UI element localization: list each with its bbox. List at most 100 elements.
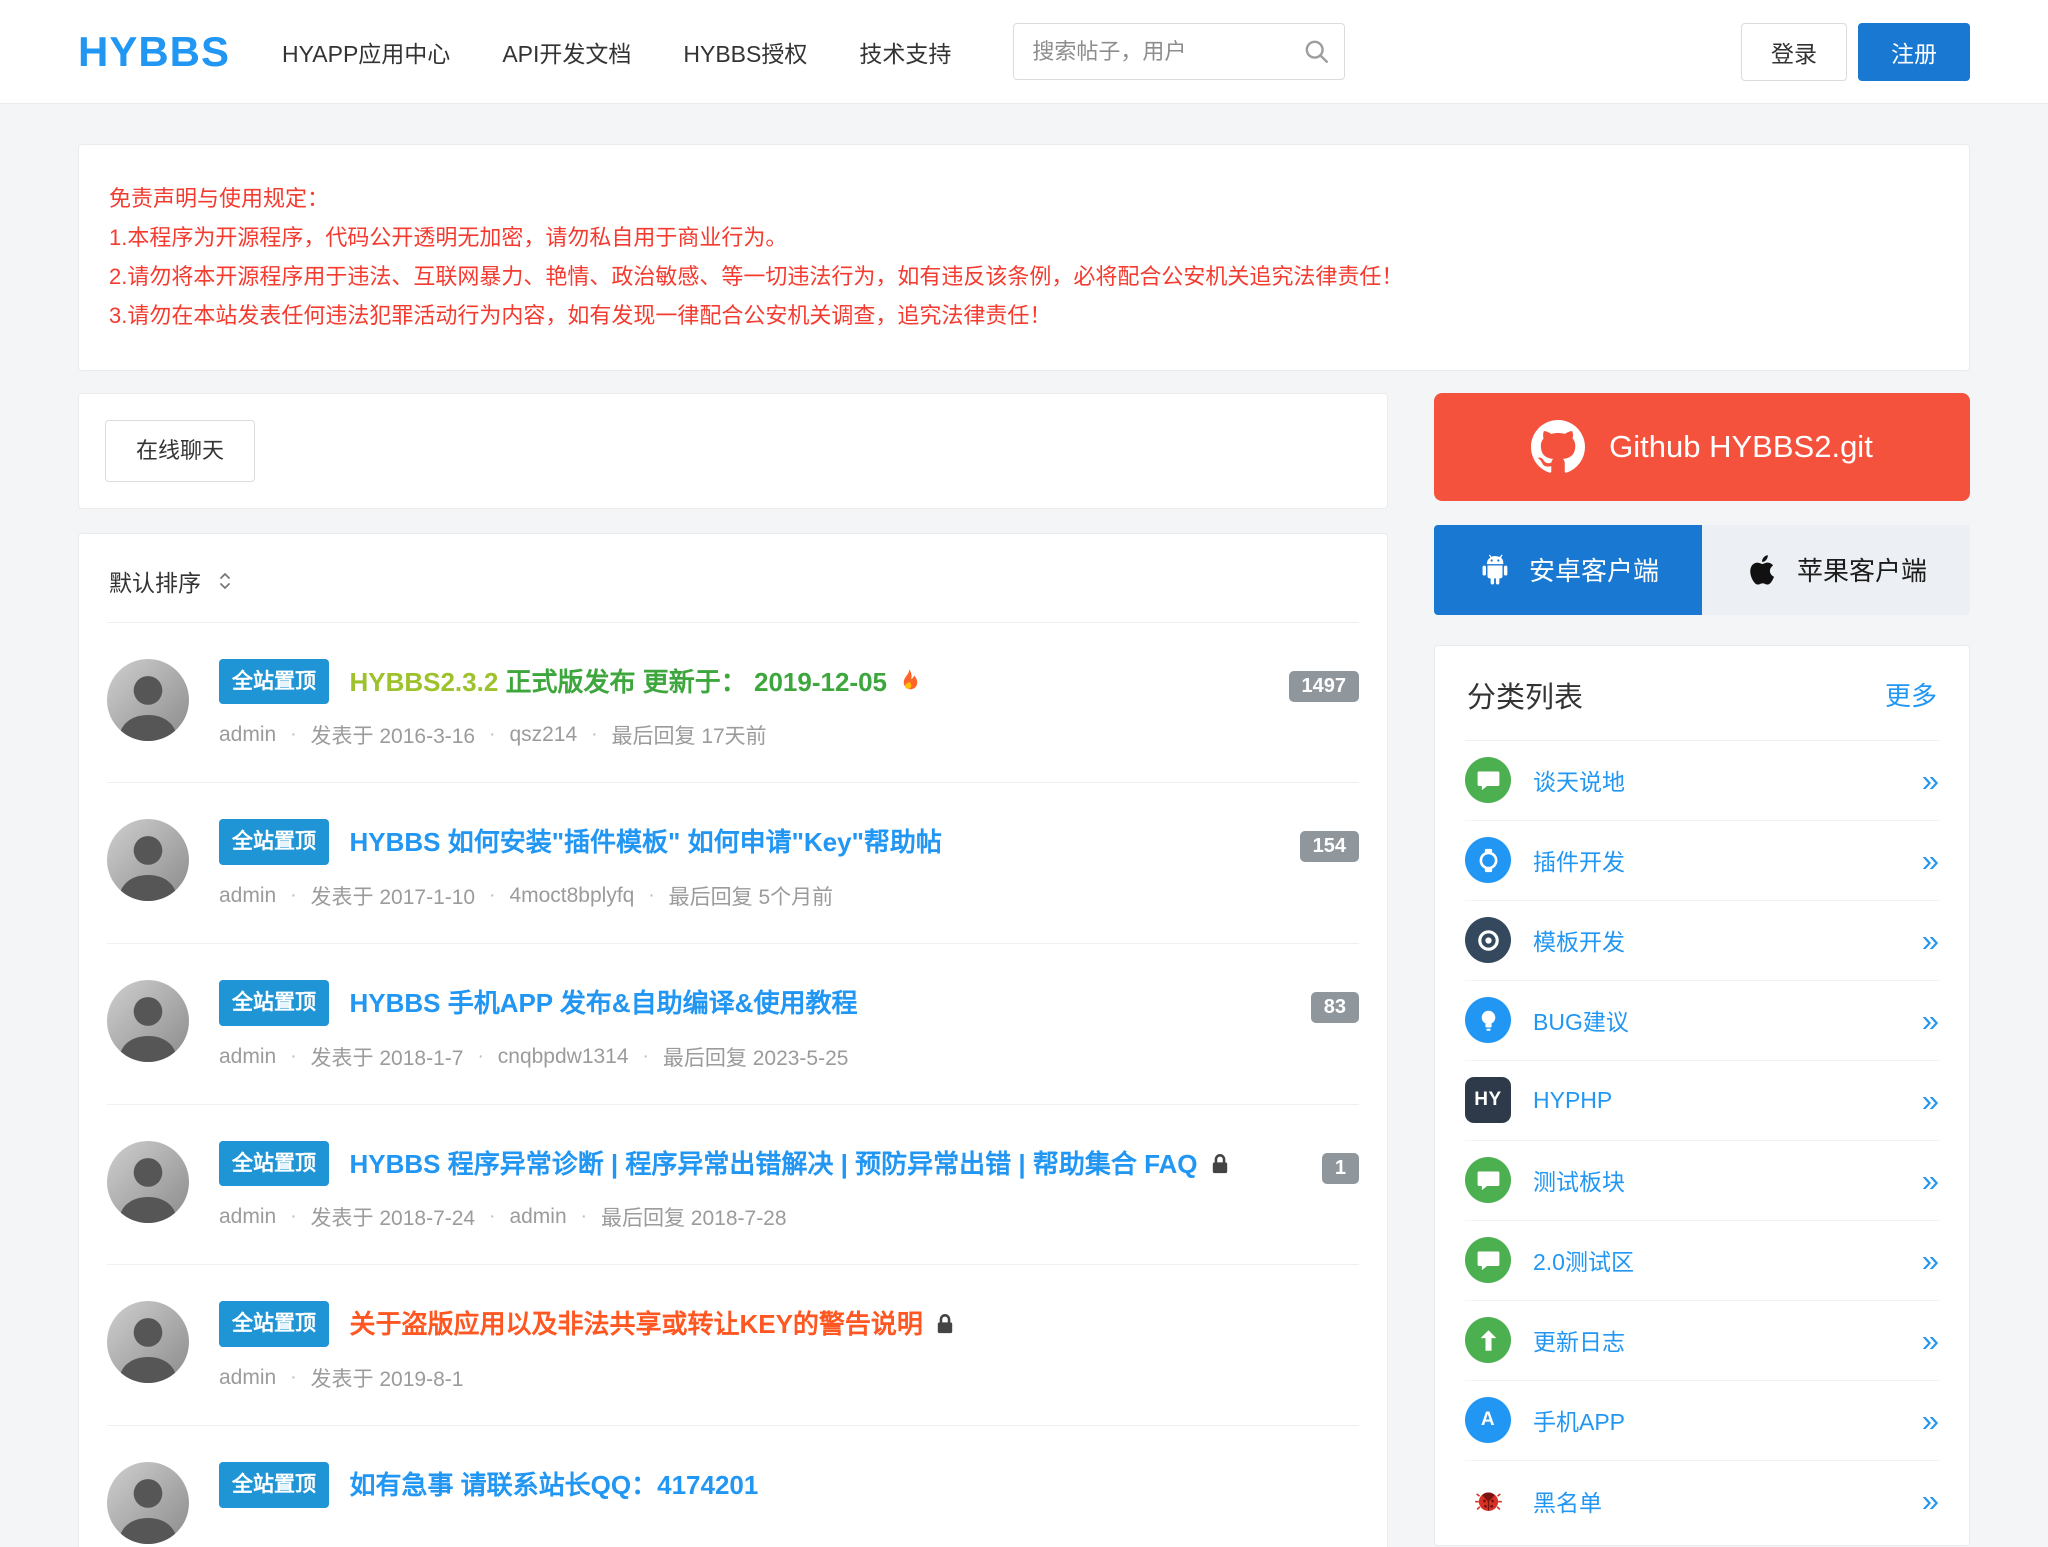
meta-user-link[interactable]: admin <box>219 1366 276 1390</box>
double-chevron-right-icon: » <box>1922 925 1939 956</box>
category-row-2.0测试区[interactable]: 2.0测试区 » <box>1465 1221 1939 1301</box>
meta-user-link[interactable]: admin <box>509 1205 566 1229</box>
android-client-button[interactable]: 安卓客户端 <box>1434 525 1702 615</box>
category-row-插件开发[interactable]: 插件开发 » <box>1465 821 1939 901</box>
notice-line: 1.本程序为开源程序，代码公开透明无加密，请勿私自用于商业行为。 <box>109 218 1939 257</box>
page-container: 免责声明与使用规定： 1.本程序为开源程序，代码公开透明无加密，请勿私自用于商业… <box>0 144 2048 1547</box>
category-label: 手机APP <box>1533 1403 1922 1437</box>
category-row-HYPHP[interactable]: HY HYPHP » <box>1465 1061 1939 1141</box>
apple-client-button[interactable]: 苹果客户端 <box>1702 525 1970 615</box>
category-label: 黑名单 <box>1533 1484 1922 1518</box>
sidebar: Github HYBBS2.git 安卓客户端 苹果客户端 <box>1434 393 1970 1546</box>
pinned-badge[interactable]: 全站置顶 <box>219 1301 329 1347</box>
main-nav: HYAPP应用中心 API开发文档 HYBBS授权 技术支持 <box>282 35 951 69</box>
search-input[interactable] <box>1013 23 1345 80</box>
thread-title-link[interactable]: HYBBS 如何安装"插件模板" 如何申请"Key"帮助帖 <box>349 827 941 857</box>
avatar[interactable] <box>107 659 189 741</box>
more-link[interactable]: 更多 <box>1885 676 1937 713</box>
avatar[interactable] <box>107 819 189 901</box>
thread-title-link[interactable]: HYBBS 手机APP 发布&自助编译&使用教程 <box>349 988 857 1018</box>
meta-text: 发表于 2018-1-7 <box>311 1042 464 1072</box>
auth-buttons: 登录 注册 <box>1741 23 1970 81</box>
category-label: 谈天说地 <box>1533 763 1922 797</box>
category-label: HYPHP <box>1533 1087 1922 1114</box>
header: HYBBS HYAPP应用中心 API开发文档 HYBBS授权 技术支持 登录 … <box>0 0 2048 104</box>
avatar[interactable] <box>107 1301 189 1383</box>
thread-title-line: 全站置顶 关于盗版应用以及非法共享或转让KEY的警告说明 <box>219 1301 1359 1347</box>
online-chat-button[interactable]: 在线聊天 <box>105 420 255 482</box>
thread-body: 全站置顶 关于盗版应用以及非法共享或转让KEY的警告说明 admin·发表于 2… <box>219 1301 1359 1393</box>
apple-client-label: 苹果客户端 <box>1797 551 1927 588</box>
meta-text: 最后回复 2023-5-25 <box>663 1042 849 1072</box>
meta-user-link[interactable]: admin <box>219 1045 276 1069</box>
nav-item-license[interactable]: HYBBS授权 <box>683 35 807 69</box>
double-chevron-right-icon: » <box>1922 1005 1939 1036</box>
watch-icon <box>1465 837 1511 883</box>
avatar[interactable] <box>107 980 189 1062</box>
category-row-黑名单[interactable]: 黑名单 » <box>1465 1461 1939 1541</box>
double-chevron-right-icon: » <box>1922 1485 1939 1516</box>
meta-text: 最后回复 2018-7-28 <box>601 1202 787 1232</box>
category-row-BUG建议[interactable]: BUG建议 » <box>1465 981 1939 1061</box>
lock-icon <box>1208 1152 1232 1176</box>
avatar[interactable] <box>107 1462 189 1544</box>
pinned-badge[interactable]: 全站置顶 <box>219 819 329 865</box>
thread-title-link[interactable]: 如有急事 请联系站长QQ：4174201 <box>349 1470 758 1500</box>
category-row-谈天说地[interactable]: 谈天说地 » <box>1465 741 1939 821</box>
double-chevron-right-icon: » <box>1922 1245 1939 1276</box>
nav-item-hyapp[interactable]: HYAPP应用中心 <box>282 35 450 69</box>
thread-title-text: 更新于： 2019-12-05 <box>643 667 887 697</box>
nav-item-support[interactable]: 技术支持 <box>859 35 951 69</box>
meta-user-link[interactable]: 4moct8bplyfq <box>509 884 634 908</box>
meta-text: 最后回复 17天前 <box>611 720 766 750</box>
thread-title-link[interactable]: HYBBS2.3.2 正式版发布 更新于： 2019-12-05 <box>349 667 922 697</box>
github-icon <box>1531 420 1585 474</box>
category-row-测试板块[interactable]: 测试板块 » <box>1465 1141 1939 1221</box>
thread-title-link[interactable]: 关于盗版应用以及非法共享或转让KEY的警告说明 <box>349 1309 956 1339</box>
category-card: 分类列表 更多 谈天说地 » 插件开发 » 模板开发 » BUG建议 » HY … <box>1434 645 1970 1546</box>
sort-order-icon[interactable] <box>213 569 237 593</box>
category-label: 2.0测试区 <box>1533 1243 1922 1277</box>
thread-row: 全站置顶 如有急事 请联系站长QQ：4174201 <box>107 1426 1359 1547</box>
meta-user-link[interactable]: admin <box>219 723 276 747</box>
double-chevron-right-icon: » <box>1922 1405 1939 1436</box>
thread-title-link[interactable]: HYBBS 程序异常诊断 | 程序异常出错解决 | 预防异常出错 | 帮助集合 … <box>349 1149 1231 1179</box>
double-chevron-right-icon: » <box>1922 1325 1939 1356</box>
thread-meta: admin·发表于 2018-7-24·admin·最后回复 2018-7-28 <box>219 1202 1298 1232</box>
android-client-label: 安卓客户端 <box>1529 551 1659 588</box>
avatar[interactable] <box>107 1141 189 1223</box>
notice-line: 2.请勿将本开源程序用于违法、互联网暴力、艳情、政治敏感、等一切违法行为，如有违… <box>109 257 1939 296</box>
meta-user-link[interactable]: admin <box>219 884 276 908</box>
meta-separator: · <box>643 1046 649 1068</box>
pinned-badge[interactable]: 全站置顶 <box>219 659 329 705</box>
pinned-badge[interactable]: 全站置顶 <box>219 1141 329 1187</box>
logo[interactable]: HYBBS <box>78 28 230 76</box>
pinned-badge[interactable]: 全站置顶 <box>219 1462 329 1508</box>
search-icon[interactable] <box>1302 37 1331 66</box>
lens-icon <box>1465 917 1511 963</box>
github-button[interactable]: Github HYBBS2.git <box>1434 393 1970 501</box>
meta-user-link[interactable]: admin <box>219 1205 276 1229</box>
category-row-更新日志[interactable]: 更新日志 » <box>1465 1301 1939 1381</box>
pinned-badge[interactable]: 全站置顶 <box>219 980 329 1026</box>
meta-separator: · <box>581 1206 587 1228</box>
reply-count-badge: 154 <box>1300 831 1359 862</box>
category-row-手机APP[interactable]: A 手机APP » <box>1465 1381 1939 1461</box>
meta-user-link[interactable]: cnqbpdw1314 <box>498 1045 629 1069</box>
double-chevron-right-icon: » <box>1922 765 1939 796</box>
thread-row: 全站置顶 HYBBS 程序异常诊断 | 程序异常出错解决 | 预防异常出错 | … <box>107 1105 1359 1266</box>
thread-title-text: HYBBS2.3.2 <box>349 667 505 697</box>
thread-row: 全站置顶 关于盗版应用以及非法共享或转让KEY的警告说明 admin·发表于 2… <box>107 1265 1359 1426</box>
thread-row: 全站置顶 HYBBS 手机APP 发布&自助编译&使用教程 admin · 发表于 … <box>107 944 1359 1105</box>
meta-separator: · <box>290 885 296 907</box>
nav-item-api-docs[interactable]: API开发文档 <box>502 35 631 69</box>
thread-title-line: 全站置顶 HYBBS2.3.2 正式版发布 更新于： 2019-12-05 <box>219 659 1265 705</box>
register-button[interactable]: 注册 <box>1858 23 1970 81</box>
sort-label[interactable]: 默认排序 <box>109 564 201 598</box>
meta-user-link[interactable]: qsz214 <box>509 723 577 747</box>
arrow-up-icon <box>1465 1317 1511 1363</box>
notice-line: 3.请勿在本站发表任何违法犯罪活动行为内容，如有发现一律配合公安机关调查，追究法… <box>109 296 1939 335</box>
category-row-模板开发[interactable]: 模板开发 » <box>1465 901 1939 981</box>
login-button[interactable]: 登录 <box>1741 23 1847 81</box>
bug-icon <box>1465 1478 1511 1524</box>
